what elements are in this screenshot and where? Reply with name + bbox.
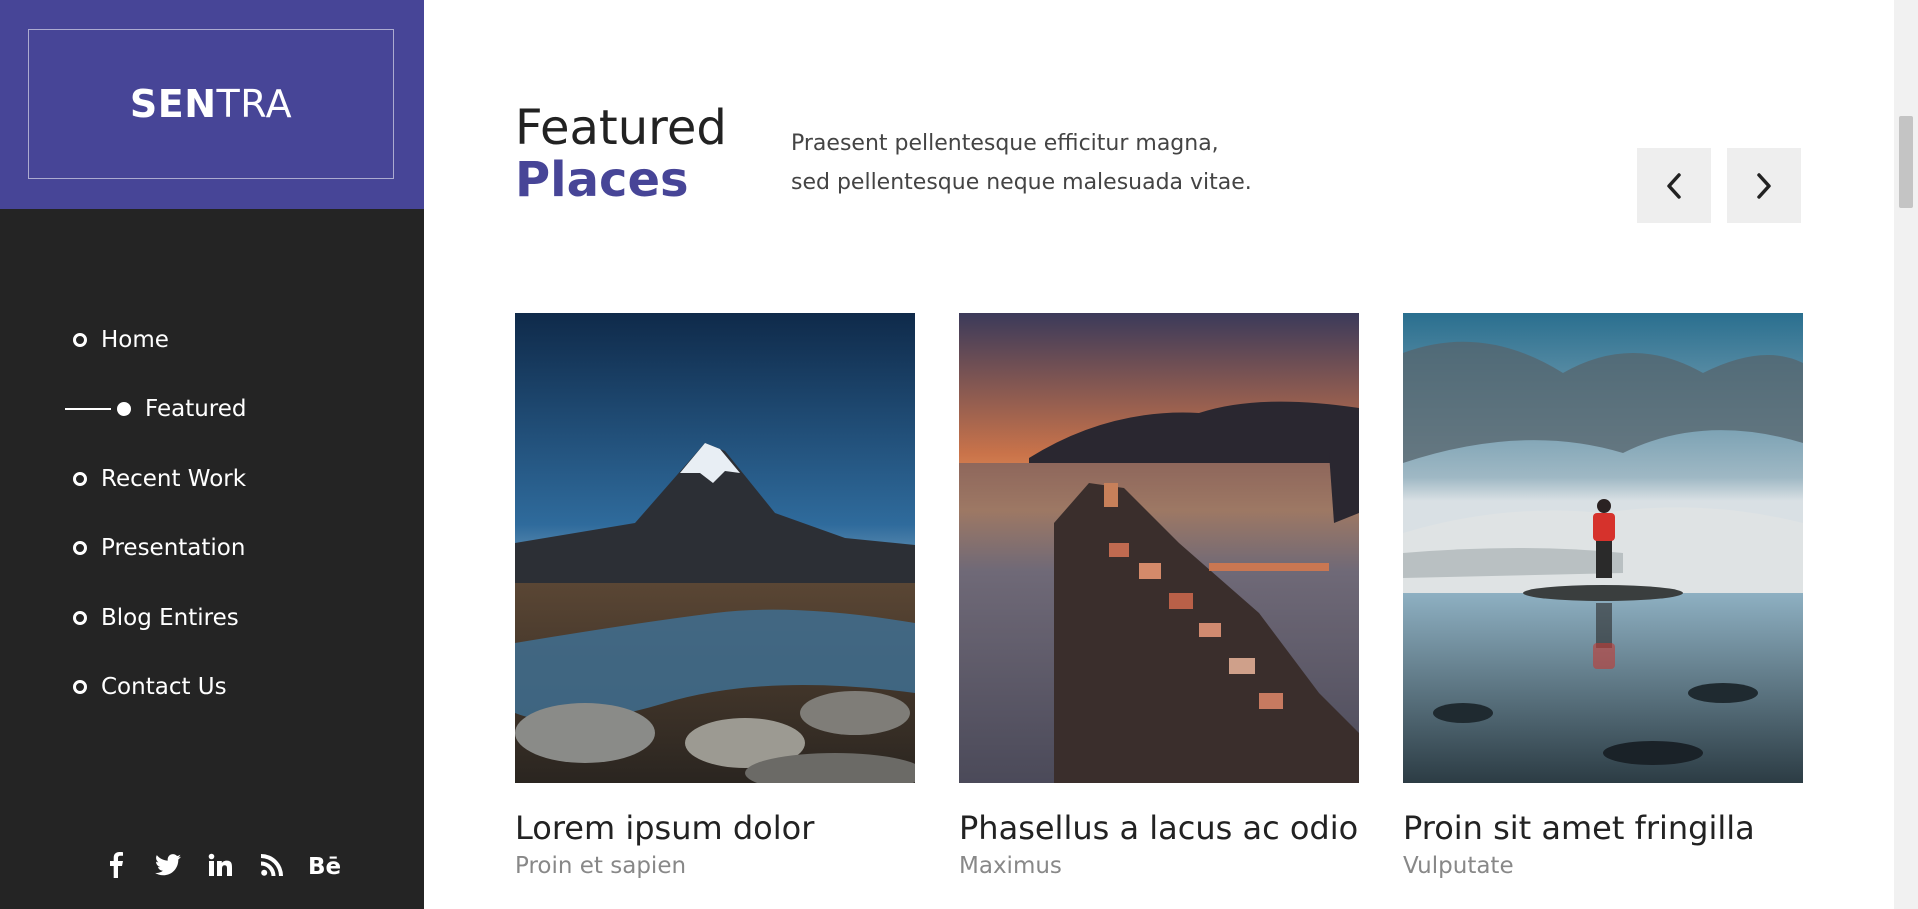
nav-label: Recent Work <box>101 465 247 492</box>
circle-icon <box>73 680 87 695</box>
svg-text:Bē: Bē <box>308 854 340 876</box>
logo[interactable]: SEN TRA <box>28 29 394 179</box>
card-title[interactable]: Lorem ipsum dolor <box>515 809 915 847</box>
nav-item-blog-entires[interactable]: Blog Entires <box>0 583 424 653</box>
active-indicator-line <box>65 408 111 411</box>
card-subtitle: Vulputate <box>1403 853 1514 879</box>
intro-line-2: sed pellentesque neque malesuada vitae. <box>791 170 1252 195</box>
logo-strong: SEN <box>129 82 217 126</box>
nav-label: Blog Entires <box>101 604 239 631</box>
place-image-village[interactable] <box>959 313 1359 783</box>
circle-icon <box>73 610 87 625</box>
nav-item-home[interactable]: Home <box>0 305 424 375</box>
brand-panel: SEN TRA <box>0 0 424 209</box>
next-button[interactable] <box>1727 148 1801 223</box>
circle-icon <box>73 541 87 556</box>
behance-icon[interactable]: Bē <box>298 848 350 882</box>
place-image-hiker[interactable] <box>1403 313 1803 783</box>
social-links: Bē <box>90 848 350 882</box>
nav-item-featured[interactable]: Featured <box>0 375 424 445</box>
section-intro: Praesent pellentesque efficitur magna, s… <box>791 124 1271 202</box>
card-title[interactable]: Proin sit amet fringilla <box>1403 809 1803 847</box>
nav-label: Featured <box>145 396 247 423</box>
nav-item-recent-work[interactable]: Recent Work <box>0 444 424 514</box>
nav-label: Home <box>101 326 169 353</box>
place-card: Phasellus a lacus ac odio Maximus <box>959 313 1359 879</box>
card-title[interactable]: Phasellus a lacus ac odio <box>959 809 1359 847</box>
filled-circle-icon <box>117 402 131 417</box>
section-title-accent: Places <box>515 152 689 208</box>
place-card: Proin sit amet fringilla Vulputate <box>1403 313 1803 879</box>
card-subtitle: Proin et sapien <box>515 853 687 879</box>
rss-icon[interactable] <box>246 848 298 882</box>
carousel-controls <box>1637 148 1801 223</box>
place-card: Lorem ipsum dolor Proin et sapien <box>515 313 915 879</box>
main-content: Featured Places Praesent pellentesque ef… <box>424 0 1894 909</box>
circle-icon <box>73 332 87 347</box>
section-title: Featured Places <box>515 102 727 206</box>
nav-label: Presentation <box>101 535 246 562</box>
nav-item-contact-us[interactable]: Contact Us <box>0 653 424 723</box>
main-nav: Home Featured Recent Work Presentation B… <box>0 305 424 722</box>
scrollbar-thumb[interactable] <box>1899 116 1913 208</box>
logo-light: TRA <box>216 82 293 126</box>
page: SEN TRA Home Featured Recent Work Present… <box>0 0 1918 909</box>
place-image-mountain[interactable] <box>515 313 915 783</box>
prev-button[interactable] <box>1637 148 1711 223</box>
intro-line-1: Praesent pellentesque efficitur magna, <box>791 131 1219 156</box>
linkedin-icon[interactable] <box>194 848 246 882</box>
section-title-plain: Featured <box>515 100 727 156</box>
chevron-left-icon <box>1667 172 1681 199</box>
circle-icon <box>73 471 87 486</box>
sidebar: SEN TRA Home Featured Recent Work Present… <box>0 0 424 909</box>
twitter-icon[interactable] <box>142 848 194 882</box>
scrollbar[interactable] <box>1894 0 1918 909</box>
featured-cards: Lorem ipsum dolor Proin et sapien Phasel… <box>515 313 1803 879</box>
chevron-right-icon <box>1757 172 1771 199</box>
facebook-icon[interactable] <box>90 848 142 882</box>
nav-item-presentation[interactable]: Presentation <box>0 514 424 584</box>
nav-label: Contact Us <box>101 674 227 701</box>
card-subtitle: Maximus <box>959 853 1062 879</box>
